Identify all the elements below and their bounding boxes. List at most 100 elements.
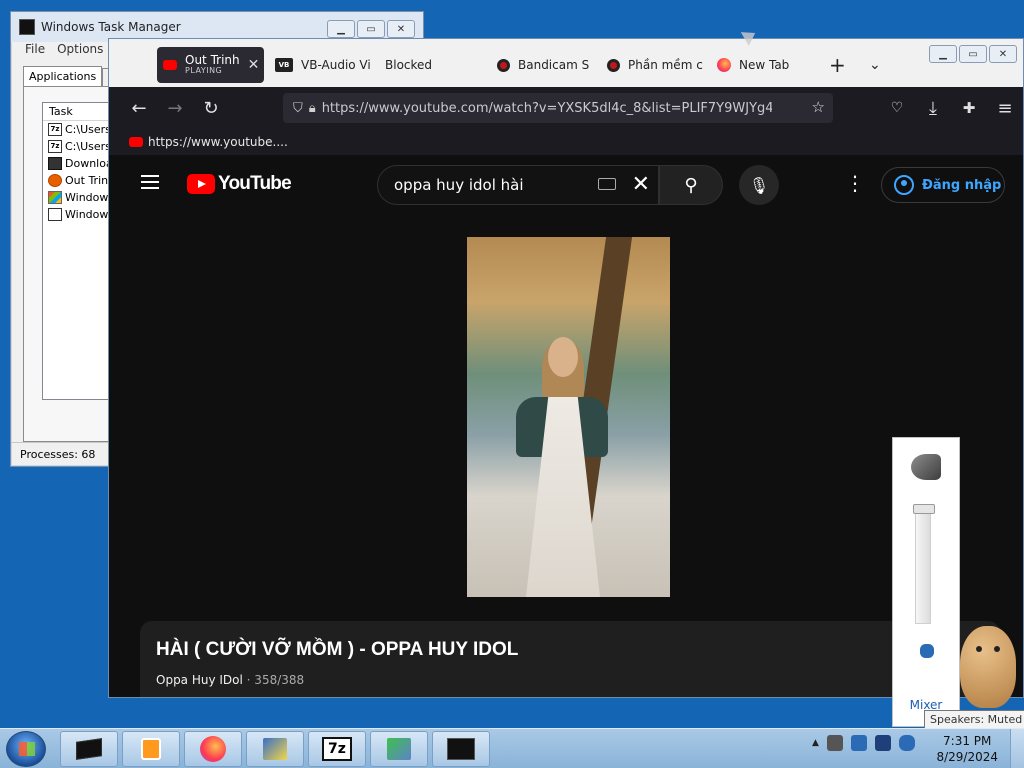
tab-vb-audio[interactable]: VB VB-Audio Vi (275, 47, 373, 83)
search-query[interactable]: oppa huy idol hài (394, 176, 524, 194)
extensions-icon[interactable]: ✚ (951, 92, 987, 124)
tab-phan-mem[interactable]: Phần mềm c (607, 47, 707, 83)
speaker-muted-icon[interactable] (898, 735, 915, 751)
desktop-gadget-hamster (956, 616, 1020, 712)
tab-playing-label: PLAYING (185, 66, 223, 76)
new-tab-button[interactable]: + (829, 47, 849, 83)
task-label: Windows (65, 208, 115, 221)
taskbar-download-manager[interactable] (370, 731, 428, 767)
clock-date: 8/29/2024 (936, 750, 998, 764)
reload-icon[interactable]: ↻ (193, 92, 229, 124)
maximize-button[interactable]: ▭ (959, 45, 987, 63)
taskbar: 7z ▲ 7:31 PM 8/29/2024 (0, 728, 1024, 768)
list-tabs-button[interactable]: ⌄ (869, 47, 889, 83)
task-label: Downloa (65, 157, 113, 170)
taskbar-setup[interactable] (246, 731, 304, 767)
youtube-logo[interactable]: YouTube (187, 173, 292, 195)
maximize-button[interactable]: ▭ (357, 20, 385, 38)
close-button[interactable]: ✕ (989, 45, 1017, 63)
monitor-icon (446, 736, 476, 762)
bookmark-youtube[interactable]: https://www.youtube.... (148, 135, 288, 149)
tab-youtube-playing[interactable]: Out Trinh PLAYING ✕ (157, 47, 264, 83)
setup-icon (260, 736, 290, 762)
volume-slider[interactable] (915, 504, 931, 624)
video-title[interactable]: HÀI ( CƯỜI VỠ MỒM ) - OPPA HUY IDOL (156, 639, 518, 661)
volume-slider-thumb[interactable] (913, 504, 935, 514)
channel-name[interactable]: Oppa Huy IDol (156, 673, 243, 687)
playlist-position: · 358/388 (242, 673, 305, 687)
task-manager-title: Windows Task Manager (41, 20, 181, 34)
pocket-icon[interactable]: ♡ (879, 92, 915, 124)
sign-in-button[interactable]: Đăng nhập (881, 167, 1005, 203)
7zip-icon: 7z (322, 737, 352, 761)
search-button[interactable]: ⚲ (659, 165, 723, 205)
tab-title: Bandicam S (518, 58, 590, 72)
tab-applications[interactable]: Applications (23, 66, 103, 88)
media-player-icon (136, 736, 166, 762)
search-input[interactable]: oppa huy idol hài ✕ (377, 165, 659, 205)
forward-icon[interactable]: → (157, 92, 193, 124)
youtube-play-icon (187, 174, 215, 194)
task-label: C:\Users (65, 123, 111, 136)
bookmarks-toolbar: https://www.youtube.... (109, 129, 1023, 155)
speaker-device-icon[interactable] (911, 454, 941, 480)
clock[interactable]: 7:31 PM 8/29/2024 (936, 733, 998, 765)
menu-options[interactable]: Options (57, 42, 103, 60)
url-bar[interactable]: ⛉ 🔒︎ https://www.youtube.com/watch?v=YXS… (283, 93, 833, 123)
channel-line: Oppa Huy IDol · 358/388 (156, 673, 304, 687)
mute-speaker-icon[interactable] (920, 644, 934, 658)
tab-new-tab[interactable]: New Tab (717, 47, 817, 83)
tab-title: Phần mềm c (628, 58, 703, 72)
task-label: C:\Users (65, 140, 111, 153)
tab-title: Blocked (385, 58, 433, 72)
tray-display-icon[interactable] (874, 735, 891, 751)
youtube-header: YouTube oppa huy idol hài ✕ ⚲ 🎙︎ ⋮ Đăng … (115, 155, 1023, 213)
close-button[interactable]: ✕ (387, 20, 415, 38)
windows-icon (48, 191, 62, 204)
video-frame-person (516, 337, 608, 597)
tab-bar: Out Trinh PLAYING ✕ VB VB-Audio Vi Blocke… (109, 39, 1023, 87)
url-text[interactable]: https://www.youtube.com/watch?v=YXSK5dl4… (322, 101, 772, 116)
clear-search-icon[interactable]: ✕ (632, 172, 650, 197)
close-icon[interactable]: ✕ (248, 57, 260, 73)
tab-title: New Tab (739, 58, 790, 72)
hamburger-menu-icon[interactable] (141, 175, 159, 189)
more-options-icon[interactable]: ⋮ (845, 173, 865, 193)
video-info-panel: HÀI ( CƯỜI VỠ MỒM ) - OPPA HUY IDOL Oppa… (140, 621, 1000, 697)
shield-icon[interactable]: ⛉ (293, 101, 303, 116)
firefox-icon (717, 58, 731, 72)
system-tray: ▲ (812, 735, 915, 751)
microphone-icon[interactable]: 🎙︎ (739, 165, 779, 205)
taskbar-task-manager[interactable] (60, 731, 118, 767)
taskbar-media-player[interactable] (122, 731, 180, 767)
show-desktop-button[interactable] (1010, 729, 1024, 768)
start-button[interactable] (6, 731, 46, 767)
minimize-button[interactable]: ▁ (929, 45, 957, 63)
tray-app-icon[interactable] (826, 735, 843, 751)
menu-file[interactable]: File (25, 42, 45, 60)
back-icon[interactable]: ← (121, 92, 157, 124)
youtube-icon (129, 137, 143, 147)
sign-in-label: Đăng nhập (922, 177, 1002, 193)
taskbar-firefox[interactable] (184, 731, 242, 767)
bookmark-star-icon[interactable]: ☆ (812, 98, 825, 116)
minimize-button[interactable]: ▁ (327, 20, 355, 38)
firefox-window[interactable]: Out Trinh PLAYING ✕ VB VB-Audio Vi Blocke… (108, 38, 1024, 698)
taskbar-7zip[interactable]: 7z (308, 731, 366, 767)
tray-network-icon[interactable] (850, 735, 867, 751)
tab-bandicam[interactable]: Bandicam S (497, 47, 597, 83)
keyboard-icon[interactable] (598, 178, 616, 190)
record-icon (497, 58, 510, 72)
taskbar-monitor[interactable] (432, 731, 490, 767)
window-icon (48, 208, 62, 221)
tab-blocked[interactable]: Blocked (385, 47, 485, 83)
lock-icon[interactable]: 🔒︎ (309, 101, 316, 116)
volume-popup: Mixer (892, 437, 960, 727)
menu-icon[interactable]: ≡ (987, 92, 1023, 124)
show-hidden-icons-icon[interactable]: ▲ (812, 738, 819, 748)
video-player[interactable] (467, 237, 670, 597)
record-icon (607, 58, 620, 72)
firefox-icon (48, 174, 62, 187)
download-icon[interactable]: ⤓ (915, 92, 951, 124)
firefox-icon (198, 736, 228, 762)
